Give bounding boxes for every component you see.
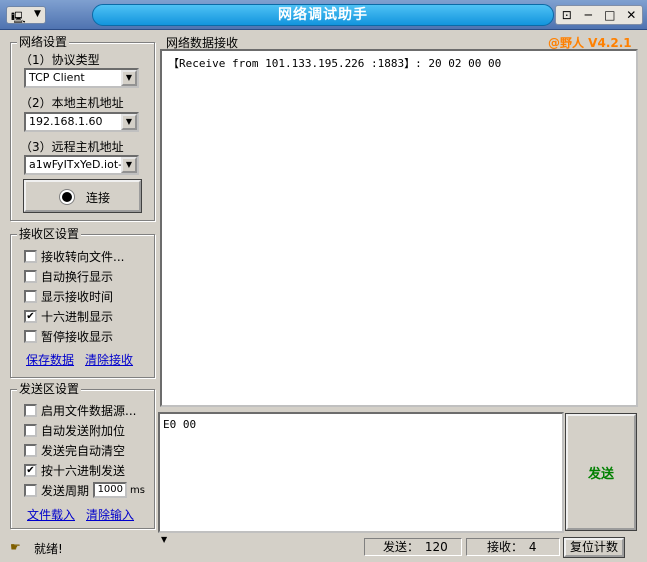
recv-count: 接收： 4 <box>466 538 560 556</box>
send-option-label: 按十六进制发送 <box>41 463 126 478</box>
send-option-checkbox[interactable] <box>24 423 37 437</box>
protocol-label: （1）协议类型 <box>20 53 100 67</box>
group-title: 发送区设置 <box>17 381 82 397</box>
protocol-value: TCP Client <box>29 71 85 84</box>
send-period-unit: ms <box>130 484 145 496</box>
group-title: 网络设置 <box>17 34 70 50</box>
receive-option-row: 暂停接收显示 <box>24 328 113 344</box>
receive-option-checkbox[interactable] <box>24 329 37 343</box>
send-option-row: 发送完自动清空 <box>24 442 125 458</box>
receive-option-label: 接收转向文件... <box>41 249 125 264</box>
receive-option-row: ✔ 十六进制显示 <box>24 308 113 324</box>
send-option-checkbox[interactable] <box>24 403 37 417</box>
reset-count-button[interactable]: 复位计数 <box>564 538 624 557</box>
pin-icon[interactable]: ⊡ <box>558 8 576 22</box>
minimize-icon[interactable]: ─ <box>579 8 597 22</box>
recv-label: 接收： <box>487 540 524 554</box>
clear-receive-link[interactable]: 清除接收 <box>85 351 133 368</box>
send-button[interactable]: 发送 <box>566 414 636 530</box>
send-option-checkbox[interactable]: ✔ <box>24 463 37 477</box>
send-option-row: ✔ 按十六进制发送 <box>24 462 125 478</box>
protocol-select[interactable]: TCP Client ▼ <box>24 68 139 88</box>
receive-option-checkbox[interactable] <box>24 269 37 283</box>
status-text: 就绪! <box>34 542 63 556</box>
clear-input-link[interactable]: 清除输入 <box>86 506 134 523</box>
load-file-link[interactable]: 文件载入 <box>27 506 75 523</box>
group-title: 接收区设置 <box>17 226 82 242</box>
sent-count: 发送： 120 <box>364 538 462 556</box>
send-textarea[interactable]: E0 00 <box>158 412 564 533</box>
chevron-down-icon[interactable]: ▼ <box>121 70 137 86</box>
send-option-label: 自动发送附加位 <box>41 423 126 438</box>
local-host-label: （2）本地主机地址 <box>20 96 124 110</box>
window-title: 网络调试助手 <box>92 4 554 26</box>
send-period-checkbox[interactable] <box>24 483 37 497</box>
receive-option-checkbox[interactable] <box>24 249 37 263</box>
receive-option-checkbox[interactable] <box>24 289 37 303</box>
send-period-label: 发送周期 <box>41 483 90 498</box>
receive-option-label: 显示接收时间 <box>41 289 114 304</box>
system-menu-button[interactable]: 🖳 ▼ <box>6 6 46 24</box>
chevron-down-icon: ▼ <box>34 9 41 19</box>
receive-option-checkbox[interactable]: ✔ <box>24 309 37 323</box>
connect-label: 连接 <box>86 191 111 205</box>
local-host-select[interactable]: 192.168.1.60 ▼ <box>24 112 139 132</box>
maximize-icon[interactable]: □ <box>601 8 619 22</box>
send-option-row: 自动发送附加位 <box>24 422 125 438</box>
chevron-down-icon[interactable]: ▼ <box>121 157 137 173</box>
receive-textarea[interactable]: 【Receive from 101.133.195.226 :1883】: 20… <box>160 49 638 407</box>
send-option-label: 启用文件数据源... <box>41 403 137 418</box>
save-data-link[interactable]: 保存数据 <box>26 351 74 368</box>
send-period-input[interactable]: 1000 <box>93 482 128 498</box>
remote-host-select[interactable]: a1wFyITxYeD.iot-as ▼ <box>24 155 139 175</box>
send-option-checkbox[interactable] <box>24 443 37 457</box>
connection-status-icon <box>60 190 74 204</box>
sent-value: 120 <box>424 540 448 554</box>
receive-option-label: 自动换行显示 <box>41 269 114 284</box>
splitter-arrow-icon[interactable]: ▼ <box>161 535 167 544</box>
sent-label: 发送： <box>383 540 420 554</box>
send-option-row: 启用文件数据源... <box>24 402 136 418</box>
title-bar: 🖳 ▼ 网络调试助手 ⊡ ─ □ ✕ <box>0 0 647 30</box>
remote-host-label: （3）远程主机地址 <box>20 140 124 154</box>
send-option-label: 发送完自动清空 <box>41 443 126 458</box>
receive-option-label: 暂停接收显示 <box>41 329 114 344</box>
send-period-row: 发送周期 1000 ms <box>24 482 145 498</box>
window-controls: ⊡ ─ □ ✕ <box>555 5 643 25</box>
receive-option-row: 接收转向文件... <box>24 248 124 264</box>
chevron-down-icon[interactable]: ▼ <box>121 114 137 130</box>
status-icon: ☛ <box>10 540 21 554</box>
recv-value: 4 <box>528 540 537 554</box>
remote-host-value: a1wFyITxYeD.iot-as <box>29 158 135 171</box>
computer-icon: 🖳 <box>11 11 26 24</box>
receive-option-row: 显示接收时间 <box>24 288 113 304</box>
connect-button[interactable]: 连接 <box>24 180 141 212</box>
close-icon[interactable]: ✕ <box>622 8 640 22</box>
receive-option-row: 自动换行显示 <box>24 268 113 284</box>
receive-option-label: 十六进制显示 <box>41 309 114 324</box>
local-host-value: 192.168.1.60 <box>29 115 103 128</box>
